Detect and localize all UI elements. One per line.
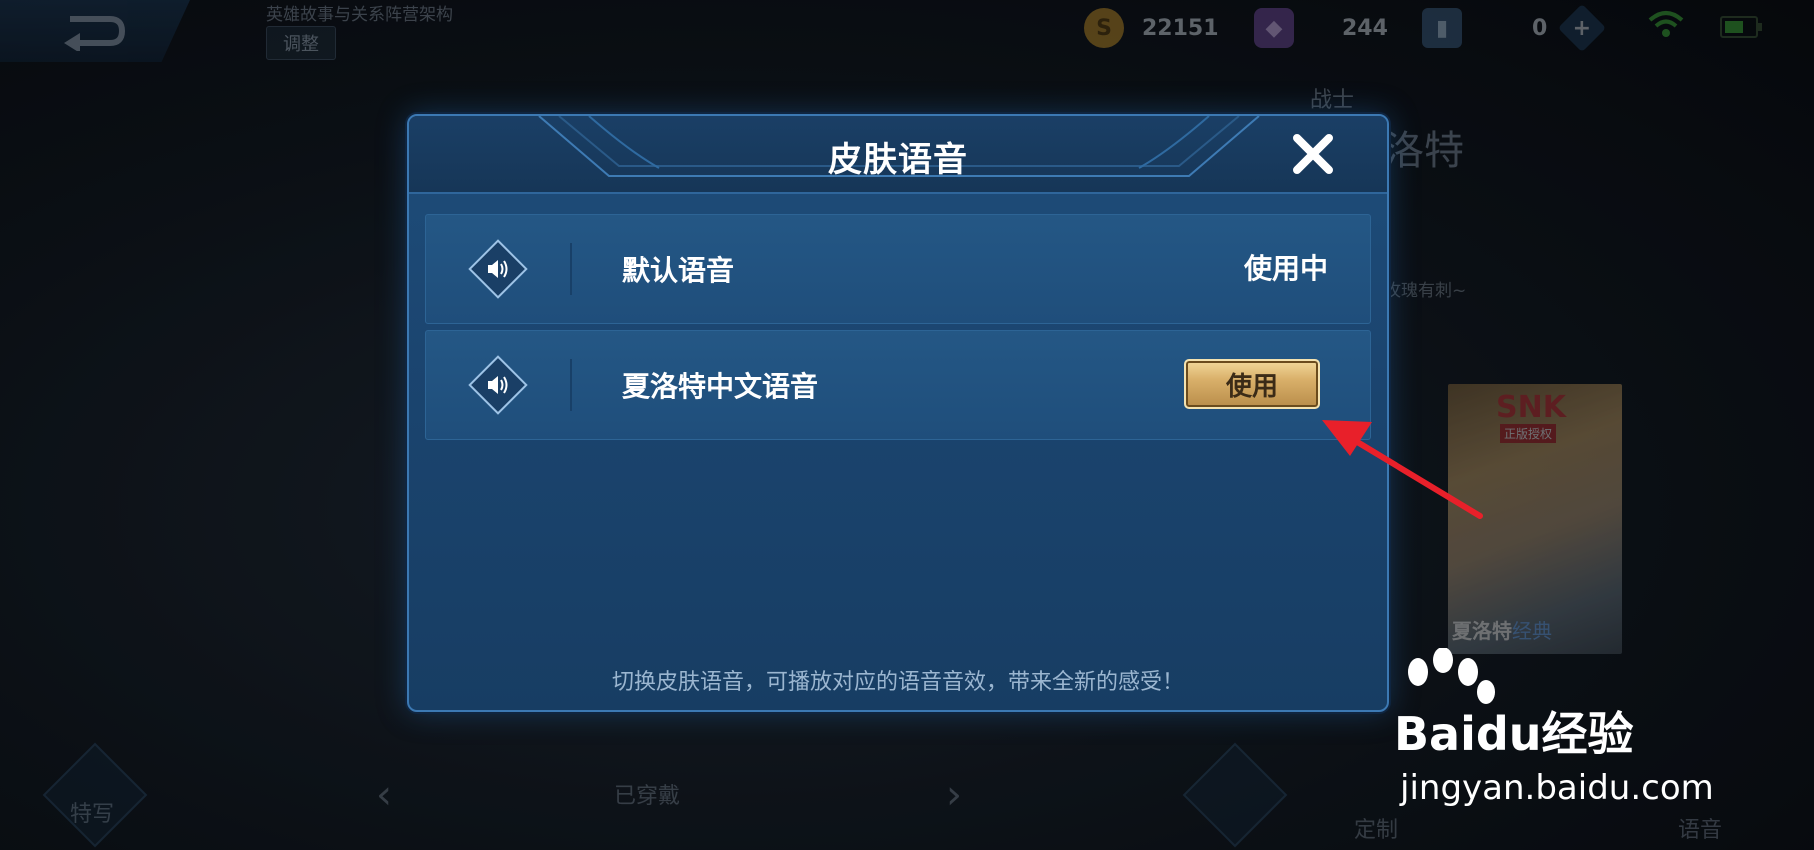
voice-option-chinese[interactable]: 夏洛特中文语音 使用: [425, 330, 1371, 440]
dialog-title: 皮肤语音: [828, 140, 968, 180]
in-use-status: 使用中: [1243, 252, 1328, 285]
close-icon: [1293, 134, 1333, 174]
voice-name: 夏洛特中文语音: [622, 370, 819, 403]
watermark-url: jingyan.baidu.com: [1400, 768, 1714, 808]
close-button[interactable]: [1289, 130, 1337, 178]
voice-name: 默认语音: [622, 254, 735, 287]
speaker-icon[interactable]: [468, 355, 528, 415]
row-divider: [570, 243, 572, 295]
red-arrow-annotation: [1322, 420, 1483, 519]
skin-voice-dialog: 皮肤语音 默认语音 使用中 夏洛特中文语音 使用 切换皮肤语音，可播放对应的语音…: [407, 114, 1389, 712]
dialog-footer-hint: 切换皮肤语音，可播放对应的语音音效，带来全新的感受！: [611, 670, 1184, 695]
speaker-icon[interactable]: [468, 239, 528, 299]
watermark-brand: Baidu经验: [1394, 707, 1634, 761]
row-divider: [570, 359, 572, 411]
voice-option-default[interactable]: 默认语音 使用中: [425, 214, 1371, 324]
dialog-header: 皮肤语音: [409, 116, 1387, 194]
